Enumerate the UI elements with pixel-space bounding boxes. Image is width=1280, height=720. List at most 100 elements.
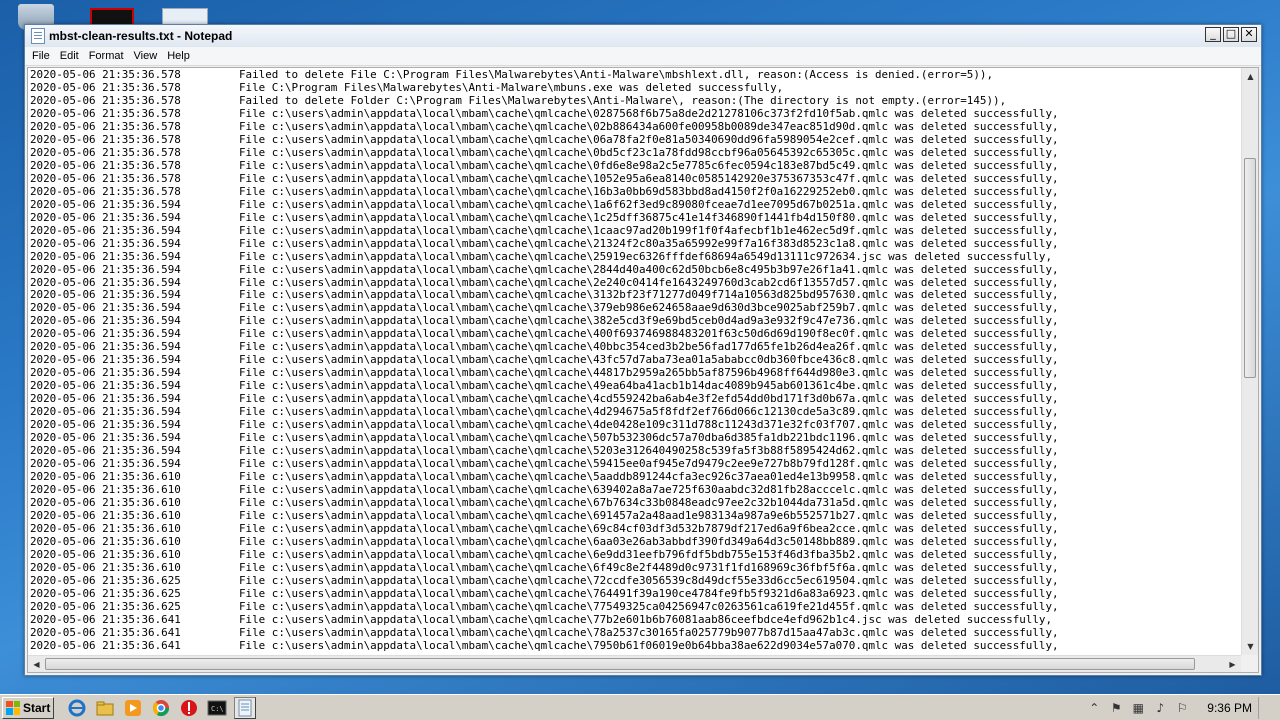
log-timestamp: 2020-05-06 21:35:36.578 bbox=[30, 80, 181, 94]
log-line: 2020-05-06 21:35:36.594 File c:\users\adm… bbox=[30, 262, 1241, 277]
log-message: File c:\users\admin\appdata\local\mbam\c… bbox=[239, 547, 1059, 561]
log-timestamp: 2020-05-06 21:35:36.594 bbox=[30, 210, 181, 224]
log-timestamp: 2020-05-06 21:35:36.610 bbox=[30, 534, 181, 548]
log-line: 2020-05-06 21:35:36.610 File c:\users\adm… bbox=[30, 495, 1241, 510]
title-bar[interactable]: mbst-clean-results.txt - Notepad _ □ ✕ bbox=[25, 25, 1261, 47]
log-message: File c:\users\admin\appdata\local\mbam\c… bbox=[239, 184, 1059, 198]
log-timestamp: 2020-05-06 21:35:36.594 bbox=[30, 236, 181, 250]
log-line: 2020-05-06 21:35:36.578 File c:\users\adm… bbox=[30, 159, 1241, 173]
vertical-scrollbar[interactable]: ▲ ▼ bbox=[1241, 68, 1258, 655]
menu-edit[interactable]: Edit bbox=[55, 50, 84, 62]
log-line: 2020-05-06 21:35:36.625 File c:\users\adm… bbox=[30, 586, 1241, 601]
scroll-left-icon[interactable]: ◀ bbox=[28, 656, 45, 673]
log-message: File c:\users\admin\appdata\local\mbam\c… bbox=[239, 612, 1053, 626]
log-line: 2020-05-06 21:35:36.578 Failed to delete … bbox=[30, 93, 1241, 108]
log-timestamp: 2020-05-06 21:35:36.625 bbox=[30, 586, 181, 600]
log-timestamp: 2020-05-06 21:35:36.625 bbox=[30, 573, 181, 587]
start-button[interactable]: Start bbox=[2, 696, 54, 719]
log-line: 2020-05-06 21:35:36.610 File c:\users\adm… bbox=[30, 521, 1241, 536]
action-center-icon[interactable]: ⚑ bbox=[1109, 701, 1123, 715]
log-timestamp: 2020-05-06 21:35:36.610 bbox=[30, 560, 181, 574]
notepad-icon bbox=[31, 28, 45, 44]
log-message: File c:\users\admin\appdata\local\mbam\c… bbox=[239, 249, 1053, 263]
volume-icon[interactable]: ♪ bbox=[1153, 701, 1167, 715]
log-timestamp: 2020-05-06 21:35:36.625 bbox=[30, 599, 181, 613]
notepad-window: mbst-clean-results.txt - Notepad _ □ ✕ F… bbox=[24, 24, 1262, 676]
log-message: File c:\users\admin\appdata\local\mbam\c… bbox=[239, 586, 1059, 600]
log-line: 2020-05-06 21:35:36.625 File c:\users\adm… bbox=[30, 573, 1241, 588]
log-timestamp: 2020-05-06 21:35:36.594 bbox=[30, 262, 181, 276]
log-timestamp: 2020-05-06 21:35:36.578 bbox=[30, 184, 181, 198]
log-message: File c:\users\admin\appdata\local\mbam\c… bbox=[239, 145, 1059, 159]
media-player-icon[interactable] bbox=[122, 697, 144, 719]
log-timestamp: 2020-05-06 21:35:36.610 bbox=[30, 495, 181, 509]
horizontal-scroll-thumb[interactable] bbox=[45, 658, 1195, 670]
log-message: File c:\users\admin\appdata\local\mbam\c… bbox=[239, 210, 1059, 224]
system-tray: ⌃ ⚑ ▦ ♪ ⚐ 9:36 PM bbox=[1087, 695, 1252, 720]
maximize-button[interactable]: □ bbox=[1223, 27, 1239, 42]
log-message: File c:\users\admin\appdata\local\mbam\c… bbox=[239, 197, 1059, 211]
menu-file[interactable]: File bbox=[27, 50, 55, 62]
log-line: 2020-05-06 21:35:36.578 File c:\users\adm… bbox=[30, 145, 1241, 160]
scrollbar-corner bbox=[1241, 655, 1258, 672]
chevron-up-icon[interactable]: ⌃ bbox=[1087, 701, 1101, 715]
internet-explorer-icon[interactable] bbox=[66, 697, 88, 719]
folder-icon[interactable] bbox=[94, 697, 116, 719]
log-timestamp: 2020-05-06 21:35:36.578 bbox=[30, 171, 181, 185]
log-line: 2020-05-06 21:35:36.625 File c:\users\adm… bbox=[30, 599, 1241, 614]
command-prompt-icon[interactable]: C:\ bbox=[206, 697, 228, 719]
chrome-icon[interactable] bbox=[150, 697, 172, 719]
close-button[interactable]: ✕ bbox=[1241, 27, 1257, 42]
log-timestamp: 2020-05-06 21:35:36.578 bbox=[30, 93, 181, 107]
minimize-button[interactable]: _ bbox=[1205, 27, 1221, 42]
log-timestamp: 2020-05-06 21:35:36.610 bbox=[30, 547, 181, 561]
log-message: File c:\users\admin\appdata\local\mbam\c… bbox=[239, 262, 1059, 276]
log-message: File c:\users\admin\appdata\local\mbam\c… bbox=[239, 106, 1059, 120]
log-line: 2020-05-06 21:35:36.578 File C:\Program F… bbox=[30, 80, 1241, 95]
log-message: File c:\users\admin\appdata\local\mbam\c… bbox=[239, 573, 1059, 587]
window-title: mbst-clean-results.txt - Notepad bbox=[49, 29, 233, 43]
log-message: File c:\users\admin\appdata\local\mbam\c… bbox=[239, 625, 1059, 639]
quick-launch: C:\ bbox=[66, 696, 256, 719]
stop-app-icon[interactable] bbox=[178, 697, 200, 719]
show-desktop-button[interactable] bbox=[1258, 697, 1278, 719]
log-message: File c:\users\admin\appdata\local\mbam\c… bbox=[239, 521, 1059, 535]
log-line: 2020-05-06 21:35:36.578 File c:\users\adm… bbox=[30, 106, 1241, 121]
taskbar-notepad-button[interactable] bbox=[234, 696, 256, 719]
log-line: 2020-05-06 21:35:36.594 File c:\users\adm… bbox=[30, 223, 1241, 238]
log-line: 2020-05-06 21:35:36.594 File c:\users\adm… bbox=[30, 236, 1241, 251]
vertical-scroll-thumb[interactable] bbox=[1244, 158, 1256, 378]
log-line: 2020-05-06 21:35:36.641 File c:\users\adm… bbox=[30, 625, 1241, 640]
log-line: 2020-05-06 21:35:36.641 File c:\users\adm… bbox=[30, 639, 1241, 653]
scroll-down-icon[interactable]: ▼ bbox=[1242, 638, 1259, 655]
log-timestamp: 2020-05-06 21:35:36.594 bbox=[30, 223, 181, 237]
flag-icon[interactable]: ⚐ bbox=[1175, 701, 1189, 715]
menu-help[interactable]: Help bbox=[162, 50, 195, 62]
menu-view[interactable]: View bbox=[129, 50, 163, 62]
log-timestamp: 2020-05-06 21:35:36.610 bbox=[30, 521, 181, 535]
log-timestamp: 2020-05-06 21:35:36.578 bbox=[30, 119, 181, 133]
log-line: 2020-05-06 21:35:36.578 File c:\users\adm… bbox=[30, 119, 1241, 134]
log-message: File c:\users\admin\appdata\local\mbam\c… bbox=[239, 599, 1059, 613]
log-message: File c:\users\admin\appdata\local\mbam\c… bbox=[239, 508, 1059, 522]
log-line: 2020-05-06 21:35:36.610 File c:\users\adm… bbox=[30, 508, 1241, 523]
taskbar: Start C:\ ⌃ ⚑ ▦ ♪ ⚐ 9:36 PM bbox=[0, 694, 1280, 720]
scroll-up-icon[interactable]: ▲ bbox=[1242, 68, 1259, 85]
clock[interactable]: 9:36 PM bbox=[1207, 701, 1252, 715]
log-line: 2020-05-06 21:35:36.610 File c:\users\adm… bbox=[30, 560, 1241, 575]
log-line: 2020-05-06 21:35:36.610 File c:\users\adm… bbox=[30, 534, 1241, 549]
log-message: File c:\users\admin\appdata\local\mbam\c… bbox=[239, 560, 1059, 574]
scroll-right-icon[interactable]: ▶ bbox=[1224, 656, 1241, 673]
menu-format[interactable]: Format bbox=[84, 50, 129, 62]
log-line: 2020-05-06 21:35:36.641 File c:\users\adm… bbox=[30, 612, 1241, 627]
log-message: File c:\users\admin\appdata\local\mbam\c… bbox=[239, 495, 1059, 509]
log-timestamp: 2020-05-06 21:35:36.578 bbox=[30, 132, 181, 146]
window-controls: _ □ ✕ bbox=[1205, 27, 1257, 42]
log-timestamp: 2020-05-06 21:35:36.641 bbox=[30, 625, 181, 639]
horizontal-scrollbar[interactable]: ◀ ▶ bbox=[28, 655, 1241, 672]
log-message: File c:\users\admin\appdata\local\mbam\c… bbox=[239, 236, 1059, 250]
log-timestamp: 2020-05-06 21:35:36.610 bbox=[30, 508, 181, 522]
log-line: 2020-05-06 21:35:36.578 File c:\users\adm… bbox=[30, 184, 1241, 199]
network-icon[interactable]: ▦ bbox=[1131, 701, 1145, 715]
text-editor[interactable]: 2020-05-06 21:35:36.578 Failed to delete … bbox=[28, 68, 1241, 655]
